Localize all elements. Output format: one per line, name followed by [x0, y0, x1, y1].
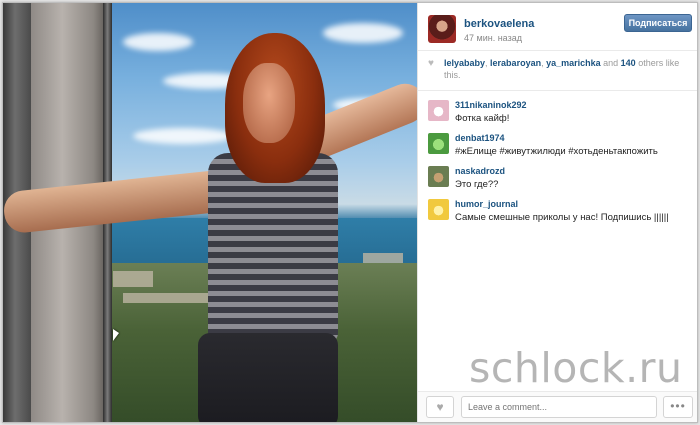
commenter-avatar[interactable] — [428, 166, 449, 187]
commenter-avatar[interactable] — [428, 133, 449, 154]
cloud-shape — [133, 128, 233, 144]
comment-footer: ♥ ••• — [418, 391, 697, 422]
comment-item: humor_journal Самые смешные приколы у на… — [418, 196, 697, 228]
comment-text: Это где?? — [455, 179, 499, 190]
comment-username[interactable]: naskadrozd — [455, 163, 697, 176]
comment-item: 311nikaninok292 Фотка кайф! — [418, 97, 697, 129]
commenter-avatar[interactable] — [428, 100, 449, 121]
heart-icon: ♥ — [428, 58, 434, 69]
mouse-cursor-icon — [113, 329, 119, 341]
comment-username[interactable]: humor_journal — [455, 196, 697, 209]
follow-button[interactable]: Подписаться — [624, 14, 692, 32]
author-username[interactable]: berkovaelena — [464, 18, 534, 30]
like-button[interactable]: ♥ — [426, 396, 454, 418]
comment-item: naskadrozd Это где?? — [418, 163, 697, 195]
and-text: and — [600, 58, 621, 68]
post-timestamp: 47 мин. назад — [464, 33, 522, 43]
likes-summary: ♥ lelyababy, lerabaroyan, ya_marichka an… — [418, 57, 697, 91]
comment-username[interactable]: 311nikaninok292 — [455, 97, 697, 110]
others-count-link[interactable]: 140 — [621, 58, 636, 68]
comment-username[interactable]: denbat1974 — [455, 130, 697, 143]
post-header: berkovaelena 47 мин. назад Подписаться — [418, 3, 697, 51]
comment-text: Самые смешные приколы у нас! Подпишись |… — [455, 212, 669, 223]
liker-link[interactable]: ya_marichka — [546, 58, 601, 68]
post-photo[interactable] — [3, 3, 417, 422]
instagram-post-window: berkovaelena 47 мин. назад Подписаться ♥… — [2, 2, 698, 423]
person-legs — [198, 333, 338, 422]
building — [363, 253, 403, 263]
liker-link[interactable]: lerabaroyan — [490, 58, 541, 68]
building — [123, 293, 213, 303]
building — [113, 271, 153, 287]
more-options-button[interactable]: ••• — [663, 396, 693, 418]
comment-text: Фотка кайф! — [455, 113, 510, 124]
cloud-shape — [123, 33, 193, 51]
comment-text: #жЕлище #живутжилюди #хотьденьтакпожить — [455, 146, 658, 157]
more-icon: ••• — [670, 399, 686, 413]
person-face — [243, 63, 295, 143]
author-avatar[interactable] — [428, 15, 456, 43]
comments-list: 311nikaninok292 Фотка кайф! denbat1974 #… — [418, 97, 697, 229]
comment-input[interactable] — [461, 396, 657, 418]
cloud-shape — [323, 23, 403, 43]
commenter-avatar[interactable] — [428, 199, 449, 220]
comment-item: denbat1974 #жЕлище #живутжилюди #хотьден… — [418, 130, 697, 162]
post-side-panel: berkovaelena 47 мин. назад Подписаться ♥… — [417, 3, 697, 422]
heart-icon: ♥ — [436, 400, 444, 414]
liker-link[interactable]: lelyababy — [444, 58, 485, 68]
